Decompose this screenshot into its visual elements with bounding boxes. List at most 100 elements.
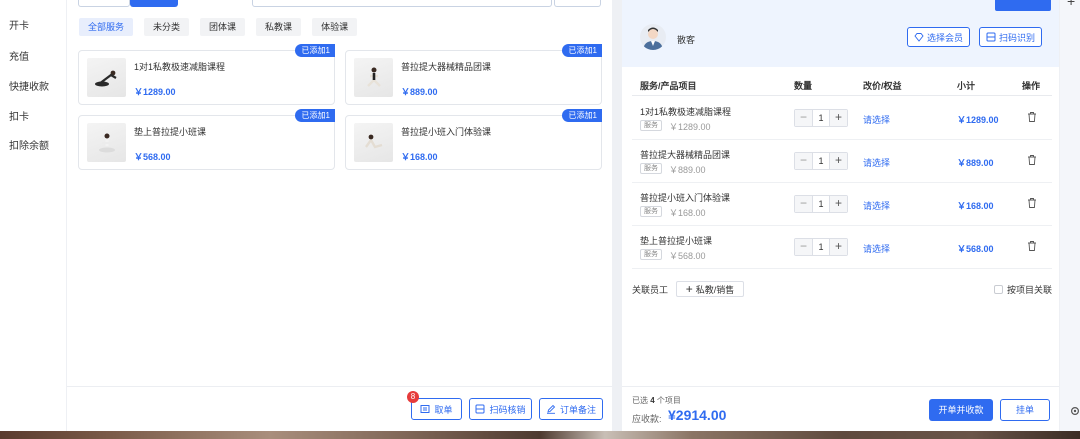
gear-icon[interactable] xyxy=(1069,405,1080,417)
sidebar-item-recharge[interactable]: 充值 xyxy=(9,48,29,63)
course-thumbnail xyxy=(354,123,393,162)
course-price: ￥889.00 xyxy=(401,87,438,97)
order-note-label: 订单备注 xyxy=(559,404,596,415)
by-item-checkbox[interactable] xyxy=(994,285,1003,294)
added-badge: 已添加1 xyxy=(294,109,335,122)
price-edit-select[interactable]: 请选择 xyxy=(863,199,890,212)
quantity-value[interactable]: 1 xyxy=(812,110,830,126)
sidebar-item-quick-pay[interactable]: 快捷收款 xyxy=(9,78,49,93)
trash-icon[interactable] xyxy=(1026,154,1038,166)
course-name: 普拉提大器械精品团课 xyxy=(401,62,492,72)
take-order-button[interactable]: 8 取单 xyxy=(407,391,462,420)
decrease-button[interactable]: − xyxy=(795,196,812,212)
sidebar-item-deduct-card[interactable]: 扣卡 xyxy=(9,108,29,123)
header-item: 服务/产品项目 xyxy=(640,81,697,91)
add-icon[interactable]: + xyxy=(1067,0,1075,8)
item-subtotal: ￥889.00 xyxy=(957,158,994,168)
quantity-value[interactable]: 1 xyxy=(812,196,830,212)
price-edit-select[interactable]: 请选择 xyxy=(863,113,890,126)
member-icon xyxy=(914,33,924,42)
item-original-price: ￥889.00 xyxy=(669,165,706,175)
member-area: 散客 选择会员 扫码识别 xyxy=(622,0,1059,67)
service-panel: 全部服务 未分类 团体课 私教课 体验课 1对1私教极速减脂课程 ￥1289.0… xyxy=(67,0,612,431)
scan-verify-button[interactable]: 扫码核销 xyxy=(469,398,532,420)
item-name: 普拉提小班入门体验课 xyxy=(640,193,731,203)
trash-icon[interactable] xyxy=(1026,111,1038,123)
price-edit-select[interactable]: 请选择 xyxy=(863,242,890,255)
increase-button[interactable]: + xyxy=(830,196,847,212)
view-toggle-right[interactable] xyxy=(130,0,178,7)
course-thumbnail xyxy=(87,123,126,162)
by-item-label: 按项目关联 xyxy=(1007,285,1053,295)
select-member-label: 选择会员 xyxy=(926,32,963,43)
added-badge: 已添加1 xyxy=(561,109,602,122)
trash-icon[interactable] xyxy=(1026,197,1038,209)
add-staff-label: 私教/销售 xyxy=(695,284,735,295)
staff-label: 关联员工 xyxy=(632,285,669,295)
decrease-button[interactable]: − xyxy=(795,239,812,255)
quantity-value[interactable]: 1 xyxy=(812,153,830,169)
header-qty: 数量 xyxy=(794,81,813,91)
plus-icon: + xyxy=(685,282,693,296)
course-card[interactable]: 普拉提小班入门体验课 ￥168.00 已添加1 xyxy=(345,109,602,170)
quantity-stepper: − 1 + xyxy=(794,152,848,170)
decrease-button[interactable]: − xyxy=(795,110,812,126)
view-toggle-left[interactable] xyxy=(78,0,130,7)
add-staff-button[interactable]: + 私教/销售 xyxy=(676,281,744,297)
item-type-tag: 服务 xyxy=(640,163,662,174)
search-input[interactable] xyxy=(252,0,552,7)
scan-icon xyxy=(986,32,996,42)
item-name: 垫上普拉提小班课 xyxy=(640,236,713,246)
scan-verify-label: 扫码核销 xyxy=(489,404,526,415)
tab-trial-class[interactable]: 体验课 xyxy=(312,18,358,36)
open-and-collect-button[interactable]: 开单并收款 xyxy=(929,399,993,421)
item-name: 1对1私教极速减脂课程 xyxy=(640,107,732,117)
course-price: ￥568.00 xyxy=(134,152,171,162)
sidebar: 开卡 充值 快捷收款 扣卡 扣除余额 xyxy=(0,0,66,431)
tab-uncategorized[interactable]: 未分类 xyxy=(144,18,190,36)
item-type-tag: 服务 xyxy=(640,120,662,131)
avatar xyxy=(640,24,666,50)
quantity-value[interactable]: 1 xyxy=(812,239,830,255)
tab-group-class[interactable]: 团体课 xyxy=(200,18,246,36)
hang-order-button[interactable]: 挂单 xyxy=(1000,399,1050,421)
table-row: 普拉提大器械精品团课 服务 ￥889.00 − 1 + 请选择 ￥889.00 xyxy=(632,140,1052,183)
course-name: 1对1私教极速减脂课程 xyxy=(134,62,226,72)
price-edit-select[interactable]: 请选择 xyxy=(863,156,890,169)
course-card[interactable]: 1对1私教极速减脂课程 ￥1289.00 已添加1 xyxy=(78,44,335,105)
selected-count: 4 xyxy=(650,396,655,405)
table-row: 普拉提小班入门体验课 服务 ￥168.00 − 1 + 请选择 ￥168.00 xyxy=(632,183,1052,226)
order-panel-footer: 已选 4 个项目 应收款: ¥2914.00 开单并收款 挂单 xyxy=(622,386,1059,431)
course-thumbnail xyxy=(354,58,393,97)
course-card[interactable]: 垫上普拉提小班课 ￥568.00 已添加1 xyxy=(78,109,335,170)
order-table-header: 服务/产品项目 数量 改价/权益 小计 操作 xyxy=(632,76,1052,96)
selected-count-text: 已选 4 个项目 xyxy=(632,396,681,405)
scan-icon xyxy=(475,404,485,414)
search-button[interactable] xyxy=(554,0,601,7)
quantity-stepper: − 1 + xyxy=(794,195,848,213)
item-original-price: ￥168.00 xyxy=(669,208,706,218)
scan-identify-button[interactable]: 扫码识别 xyxy=(979,27,1042,47)
take-order-label: 取单 xyxy=(434,404,453,415)
open-card-button[interactable] xyxy=(995,0,1051,11)
increase-button[interactable]: + xyxy=(830,110,847,126)
tab-private-class[interactable]: 私教课 xyxy=(256,18,302,36)
header-price-edit: 改价/权益 xyxy=(863,81,902,91)
order-note-button[interactable]: 订单备注 xyxy=(539,398,603,420)
select-member-button[interactable]: 选择会员 xyxy=(907,27,970,47)
tab-all-services[interactable]: 全部服务 xyxy=(79,18,134,36)
header-subtotal: 小计 xyxy=(957,81,976,91)
decrease-button[interactable]: − xyxy=(795,153,812,169)
increase-button[interactable]: + xyxy=(830,239,847,255)
amount-due-label: 应收款: xyxy=(632,414,662,424)
item-name: 普拉提大器械精品团课 xyxy=(640,150,731,160)
sidebar-item-open-card[interactable]: 开卡 xyxy=(9,17,29,32)
increase-button[interactable]: + xyxy=(830,153,847,169)
trash-icon[interactable] xyxy=(1026,240,1038,252)
sidebar-item-deduct-balance[interactable]: 扣除余额 xyxy=(9,137,49,152)
inbox-icon xyxy=(420,405,430,413)
item-original-price: ￥568.00 xyxy=(669,251,706,261)
course-card[interactable]: 普拉提大器械精品团课 ￥889.00 已添加1 xyxy=(345,44,602,105)
table-row: 垫上普拉提小班课 服务 ￥568.00 − 1 + 请选择 ￥568.00 xyxy=(632,226,1052,269)
item-subtotal: ￥568.00 xyxy=(957,244,994,254)
